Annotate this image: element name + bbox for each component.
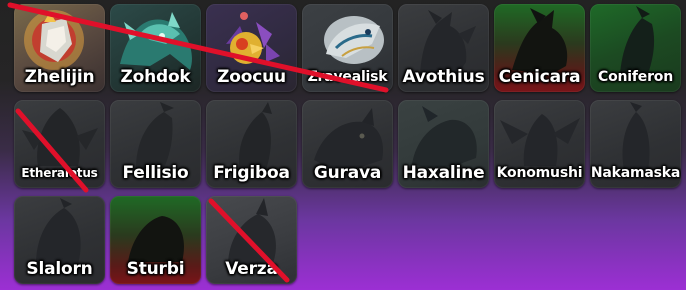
creature-tile-sturbi[interactable]: Sturbi — [110, 196, 201, 284]
creature-name: Gurava — [313, 163, 382, 183]
creature-name: Haxaline — [402, 163, 485, 183]
creature-name: Etheralotus — [21, 166, 98, 180]
creature-tile-etheralotus[interactable]: Etheralotus — [14, 100, 105, 188]
creature-tile-avothius[interactable]: Avothius — [398, 4, 489, 92]
creature-name: Frigiboa — [213, 163, 290, 183]
creature-name: Coniferon — [598, 69, 673, 85]
creature-name: Konomushi — [496, 165, 583, 181]
creature-name: Zravealisk — [307, 69, 388, 85]
creature-name: Zohdok — [120, 67, 191, 87]
creature-tile-fellisio[interactable]: Fellisio — [110, 100, 201, 188]
creature-tile-frigiboa[interactable]: Frigiboa — [206, 100, 297, 188]
creature-tile-gurava[interactable]: Gurava — [302, 100, 393, 188]
creature-tile-coniferon[interactable]: Coniferon — [590, 4, 681, 92]
creature-name: Sturbi — [126, 259, 185, 279]
creature-name: Avothius — [402, 67, 485, 87]
creature-tile-haxaline[interactable]: Haxaline — [398, 100, 489, 188]
creature-tile-zravealisk[interactable]: Zravealisk — [302, 4, 393, 92]
creature-tile-zhelijin[interactable]: Zhelijin — [14, 4, 105, 92]
creature-tile-nakamaska[interactable]: Nakamaska — [590, 100, 681, 188]
creature-tile-verza[interactable]: Verza — [206, 196, 297, 284]
creature-tile-konomushi[interactable]: Konomushi — [494, 100, 585, 188]
creature-tile-zoocuu[interactable]: Zoocuu — [206, 4, 297, 92]
creature-name: Slalorn — [26, 259, 93, 279]
creature-name: Fellisio — [122, 163, 189, 183]
creature-name: Nakamaska — [590, 165, 681, 181]
creature-name: Verza — [225, 259, 278, 279]
creature-tile-cenicara[interactable]: Cenicara — [494, 4, 585, 92]
creature-name: Zoocuu — [217, 67, 286, 87]
creature-tile-slalorn[interactable]: Slalorn — [14, 196, 105, 284]
creature-name: Zhelijin — [24, 67, 95, 87]
creature-tile-zohdok[interactable]: Zohdok — [110, 4, 201, 92]
creature-name: Cenicara — [498, 67, 581, 87]
